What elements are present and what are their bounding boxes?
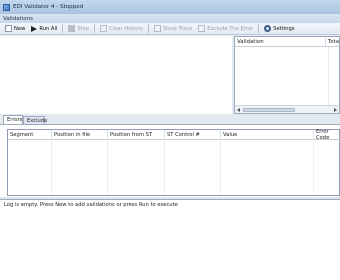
settings-button-label: Settings bbox=[273, 25, 295, 32]
show-trace-button-label: Show Trace bbox=[162, 25, 193, 32]
errors-tab-panel: Segment Position in file Position from S… bbox=[0, 124, 340, 197]
menu-validations[interactable]: Validations bbox=[3, 16, 33, 22]
tab-exclude-label: Exclude bbox=[27, 117, 48, 124]
tab-errors[interactable]: Errors bbox=[3, 115, 23, 124]
toolbar-separator bbox=[62, 24, 64, 33]
window-title: EDI Validator 4 - Stopped bbox=[13, 4, 84, 10]
clear-history-button-label: Clear History bbox=[109, 25, 143, 32]
tab-exclude[interactable]: Exclude bbox=[23, 116, 48, 124]
menu-bar: Validations bbox=[0, 14, 340, 23]
scrollbar-thumb[interactable] bbox=[243, 108, 295, 112]
exclude-error-button[interactable]: Exclude The Error bbox=[195, 24, 256, 34]
toolbar: New Run All Stop Clear History Show Trac… bbox=[0, 23, 340, 35]
settings-gear-icon bbox=[264, 25, 272, 32]
scroll-right-icon[interactable] bbox=[334, 108, 337, 112]
run-all-button[interactable]: Run All bbox=[28, 24, 60, 34]
validation-list-panel: Validation Tota bbox=[234, 36, 340, 114]
show-trace-button[interactable]: Show Trace bbox=[151, 24, 195, 34]
column-error-code-label: Error Code bbox=[316, 129, 330, 141]
column-divider bbox=[164, 140, 165, 195]
log-message: Log is empty. Press New to add validatio… bbox=[4, 202, 178, 208]
column-header-segment[interactable]: Segment bbox=[8, 130, 52, 140]
toolbar-separator bbox=[94, 24, 96, 33]
clear-history-button[interactable]: Clear History bbox=[97, 24, 146, 34]
tab-strip: Errors Exclude bbox=[0, 114, 340, 124]
run-all-button-label: Run All bbox=[39, 25, 58, 32]
column-total-label: Tota bbox=[327, 38, 339, 45]
app-icon bbox=[3, 3, 10, 11]
settings-button[interactable]: Settings bbox=[261, 24, 297, 34]
tab-errors-label: Errors bbox=[7, 117, 23, 123]
clear-history-icon bbox=[100, 25, 108, 32]
errors-grid: Segment Position in file Position from S… bbox=[7, 129, 340, 196]
scroll-left-icon[interactable] bbox=[237, 108, 240, 112]
exclude-error-button-label: Exclude The Error bbox=[207, 25, 254, 32]
toolbar-separator bbox=[258, 24, 260, 33]
horizontal-scrollbar[interactable] bbox=[235, 105, 339, 113]
column-header-error-code[interactable]: Error Code bbox=[314, 129, 340, 141]
new-document-icon bbox=[5, 25, 12, 32]
column-segment-label: Segment bbox=[10, 132, 34, 138]
column-header-total[interactable]: Tota bbox=[326, 39, 339, 45]
log-panel: Log is empty. Press New to add validatio… bbox=[0, 199, 340, 280]
stop-button[interactable]: Stop bbox=[65, 24, 92, 34]
new-button-label: New bbox=[14, 25, 26, 32]
stop-button-label: Stop bbox=[77, 25, 90, 32]
column-header-position-in-file[interactable]: Position in file bbox=[52, 130, 108, 140]
errors-grid-header: Segment Position in file Position from S… bbox=[8, 129, 340, 141]
column-position-from-st-label: Position from ST bbox=[110, 132, 153, 138]
column-value-label: Value bbox=[223, 132, 238, 138]
column-divider bbox=[328, 47, 329, 105]
new-button[interactable]: New bbox=[2, 24, 28, 34]
column-header-value[interactable]: Value bbox=[221, 130, 314, 140]
column-divider bbox=[220, 140, 221, 195]
column-header-position-from-st[interactable]: Position from ST bbox=[108, 130, 165, 140]
stop-icon bbox=[68, 25, 76, 32]
play-icon bbox=[31, 25, 38, 32]
column-st-control-label: ST Control # bbox=[167, 132, 200, 138]
exclude-icon bbox=[198, 25, 206, 32]
toolbar-separator bbox=[147, 24, 149, 33]
column-header-validation[interactable]: Validation bbox=[235, 37, 326, 46]
column-divider bbox=[313, 140, 314, 195]
validations-workspace bbox=[0, 36, 232, 114]
validation-list-header: Validation Tota bbox=[235, 37, 339, 47]
column-validation-label: Validation bbox=[237, 38, 264, 45]
column-divider bbox=[51, 140, 52, 195]
column-divider bbox=[107, 140, 108, 195]
trace-icon bbox=[153, 25, 161, 32]
column-position-in-file-label: Position in file bbox=[54, 132, 91, 138]
column-header-st-control[interactable]: ST Control # bbox=[165, 130, 221, 140]
main-window: EDI Validator 4 - Stopped Validations Ne… bbox=[0, 0, 340, 280]
title-bar[interactable]: EDI Validator 4 - Stopped bbox=[0, 0, 340, 14]
